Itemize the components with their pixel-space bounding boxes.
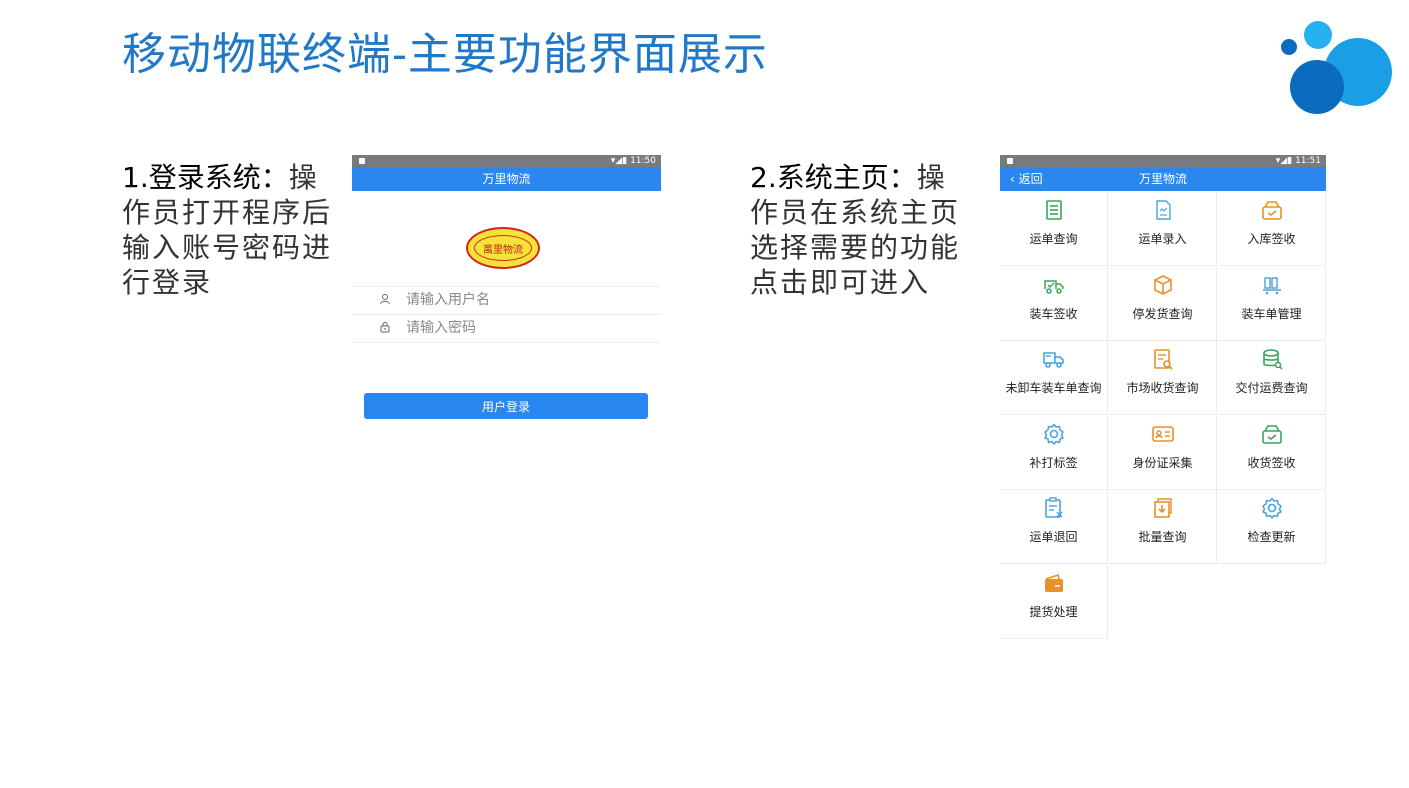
username-input[interactable] bbox=[406, 291, 626, 309]
back-button[interactable]: ‹ 返回 bbox=[1010, 167, 1043, 191]
slide-title: 移动物联终端-主要功能界面展示 bbox=[122, 29, 768, 80]
menu-item-label: 装车单管理 bbox=[1241, 306, 1302, 321]
menu-item-label: 批量查询 bbox=[1138, 530, 1187, 544]
login-description-lead: 1.登录系统： bbox=[122, 161, 289, 194]
app-title: 万里物流 bbox=[482, 172, 531, 186]
menu-item[interactable]: 批量查询 bbox=[1109, 490, 1217, 564]
menu-item[interactable]: 装车签收 bbox=[1000, 266, 1108, 341]
login-screen: ▾◢▮ 11:50 万里物流 萬里物流 用户登录 bbox=[352, 155, 661, 427]
menu-item[interactable]: 补打标签 bbox=[1000, 415, 1108, 490]
username-field bbox=[352, 286, 661, 314]
notification-icon bbox=[1007, 158, 1013, 164]
menu-item[interactable]: 身份证采集 bbox=[1109, 415, 1217, 490]
back-label: 返回 bbox=[1018, 172, 1043, 186]
status-time: 11:50 bbox=[630, 156, 656, 166]
menu-item[interactable]: 装车单管理 bbox=[1218, 266, 1326, 341]
chevron-left-icon: ‹ bbox=[1010, 172, 1019, 186]
company-stamp-logo: 萬里物流 bbox=[466, 227, 540, 269]
notification-icon bbox=[359, 158, 365, 164]
lock-icon bbox=[379, 321, 391, 333]
app-bar: 万里物流 bbox=[352, 167, 661, 191]
status-bar: ▾◢▮ 11:51 bbox=[1000, 155, 1326, 167]
menu-item[interactable]: 运单退回 bbox=[1000, 490, 1108, 564]
clipboard-x-icon bbox=[1045, 497, 1063, 518]
menu-item[interactable]: 运单查询 bbox=[1000, 192, 1108, 266]
document-list-icon bbox=[1046, 200, 1062, 220]
menu-item-label: 补打标签 bbox=[1029, 455, 1078, 470]
app-bar: ‹ 返回 万里物流 bbox=[1000, 167, 1326, 191]
menu-item[interactable]: 停发货查询 bbox=[1109, 266, 1217, 341]
cart-icon bbox=[1263, 276, 1281, 294]
logo-bubbles-icon bbox=[1276, 18, 1396, 114]
menu-item[interactable]: 未卸车装车单查询 bbox=[1000, 341, 1108, 415]
menu-item[interactable]: 运单录入 bbox=[1109, 192, 1217, 266]
menu-item[interactable]: 市场收货查询 bbox=[1109, 341, 1217, 415]
password-input[interactable] bbox=[406, 319, 626, 337]
wallet-icon bbox=[1045, 573, 1063, 592]
inbox-check-icon bbox=[1262, 424, 1282, 444]
menu-item-label: 身份证采集 bbox=[1132, 455, 1193, 470]
gear-icon bbox=[1262, 497, 1282, 519]
menu-item-label: 入库签收 bbox=[1247, 232, 1296, 246]
menu-item-label: 检查更新 bbox=[1247, 530, 1296, 544]
signal-battery-icon: ▾◢▮ bbox=[610, 156, 631, 166]
delivery-truck-icon bbox=[1043, 352, 1064, 368]
database-search-icon bbox=[1263, 349, 1283, 370]
home-description: 2.系统主页：操作员在系统主页选择需要的功能点击即可进入 bbox=[750, 160, 962, 300]
menu-item-label: 运单查询 bbox=[1029, 232, 1078, 246]
gear-icon bbox=[1044, 423, 1064, 445]
stamp-text: 萬里物流 bbox=[483, 245, 523, 256]
menu-item-label: 市场收货查询 bbox=[1126, 381, 1199, 395]
menu-item[interactable]: 收货签收 bbox=[1218, 415, 1326, 490]
menu-item[interactable]: 入库签收 bbox=[1218, 192, 1326, 266]
status-bar: ▾◢▮ 11:50 bbox=[352, 155, 661, 167]
menu-item[interactable]: 检查更新 bbox=[1218, 490, 1326, 564]
menu-item-label: 运单录入 bbox=[1138, 232, 1187, 246]
app-title: 万里物流 bbox=[1138, 172, 1187, 186]
box-icon bbox=[1154, 274, 1172, 295]
menu-item[interactable]: 提货处理 bbox=[1000, 564, 1108, 639]
password-field bbox=[352, 314, 661, 343]
download-box-icon bbox=[1154, 498, 1172, 518]
home-screen: ▾◢▮ 11:51 ‹ 返回 万里物流 运单查询 运单录入 入库签收装车签收 停发货查… bbox=[1000, 155, 1326, 641]
id-card-icon bbox=[1152, 425, 1174, 442]
document-search-icon bbox=[1154, 349, 1173, 370]
menu-item-label: 运单退回 bbox=[1029, 530, 1078, 544]
login-description: 1.登录系统：操作员打开程序后输入账号密码进行登录 bbox=[122, 160, 334, 300]
menu-item-label: 提货处理 bbox=[1029, 604, 1078, 619]
menu-item-label: 未卸车装车单查询 bbox=[1005, 381, 1102, 395]
truck-check-icon bbox=[1044, 279, 1064, 294]
user-icon bbox=[379, 293, 391, 305]
login-button[interactable]: 用户登录 bbox=[364, 393, 648, 419]
document-edit-icon bbox=[1156, 200, 1171, 220]
inbox-check-icon bbox=[1262, 201, 1282, 220]
menu-item[interactable]: 交付运费查询 bbox=[1218, 341, 1326, 415]
home-description-lead: 2.系统主页： bbox=[750, 161, 917, 194]
signal-battery-icon: ▾◢▮ bbox=[1275, 156, 1296, 166]
menu-item-label: 停发货查询 bbox=[1132, 306, 1193, 321]
menu-item-label: 收货签收 bbox=[1247, 455, 1296, 470]
menu-item-label: 交付运费查询 bbox=[1235, 381, 1308, 395]
status-time: 11:51 bbox=[1295, 156, 1321, 166]
menu-item-label: 装车签收 bbox=[1029, 306, 1078, 321]
